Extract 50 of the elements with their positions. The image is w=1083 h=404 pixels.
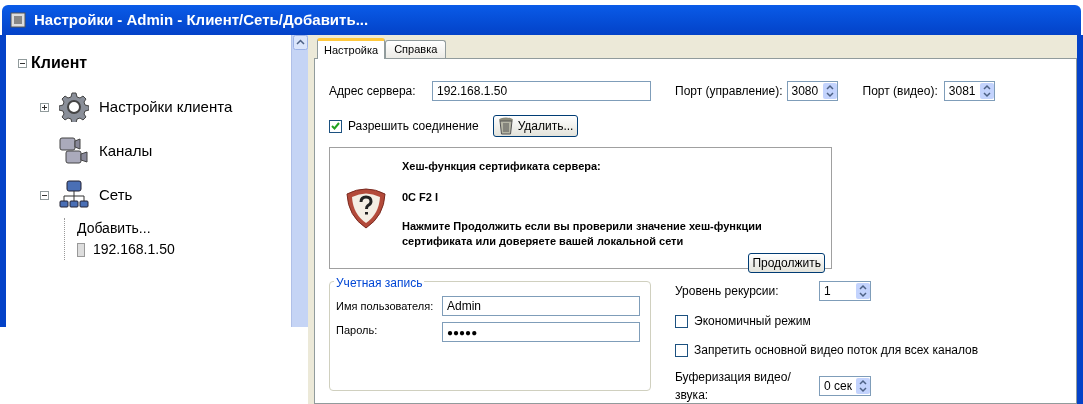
spin-field[interactable]: 1 xyxy=(819,281,871,301)
trash-can-icon xyxy=(497,117,514,135)
certificate-hash: 0C F2 I xyxy=(402,189,440,205)
field-label: Порт (видео): xyxy=(862,83,938,100)
certificate-heading: Хеш-функция сертификата сервера: xyxy=(402,159,602,174)
field-label: Адрес сервера: xyxy=(329,83,417,100)
tree-item[interactable]: Каналы xyxy=(99,139,153,163)
field-label: Уровень рекурсии: xyxy=(675,283,780,300)
tree-item[interactable]: Сеть xyxy=(99,183,133,207)
question-shield-icon xyxy=(344,186,388,230)
tab[interactable]: Справка xyxy=(385,40,447,58)
app-icon xyxy=(10,12,26,28)
expand-icon[interactable] xyxy=(40,102,49,112)
spin-field[interactable]: 3080 xyxy=(786,81,838,101)
server-icon xyxy=(77,242,85,257)
spin-field[interactable]: 0 сек xyxy=(819,376,871,396)
checkbox-label: Разрешить соединение xyxy=(348,118,479,135)
field-label: Пароль: xyxy=(336,323,379,338)
checkbox[interactable] xyxy=(329,119,342,133)
tree-item[interactable]: Клиент xyxy=(31,51,88,75)
tree-item[interactable]: 192.168.1.50 xyxy=(93,239,175,260)
checkbox[interactable] xyxy=(675,343,688,357)
field-label: Имя пользователя: xyxy=(336,298,435,314)
scroll-up-icon[interactable] xyxy=(292,35,308,50)
delete-button[interactable]: Удалить... xyxy=(492,115,579,137)
spin-field[interactable]: 3081 xyxy=(943,81,995,101)
server-address-field[interactable]: 192.168.1.50 xyxy=(432,81,651,101)
continue-button[interactable]: Продолжить xyxy=(748,253,825,273)
spin-arrows-icon[interactable] xyxy=(979,83,994,99)
checkbox-label: Запретить основной видео поток для всех каналов xyxy=(694,342,979,359)
video-cameras-icon xyxy=(59,136,89,166)
field-label: Буферизация видео/звука: xyxy=(675,369,792,403)
tab[interactable]: Настройка xyxy=(317,38,386,59)
window-title: Настройки - Admin - Клиент/Сеть/Добавить... xyxy=(34,9,369,30)
network-icon xyxy=(59,180,89,210)
checkbox-label: Экономичный режим xyxy=(694,313,811,330)
spin-arrows-icon[interactable] xyxy=(856,378,870,394)
gear-icon xyxy=(59,92,89,122)
spin-arrows-icon[interactable] xyxy=(856,283,870,299)
tree-item[interactable]: Настройки клиента xyxy=(99,95,233,119)
field-label: Порт (управление): xyxy=(675,83,783,100)
username-field[interactable]: Admin xyxy=(442,296,640,316)
collapse-icon[interactable] xyxy=(18,58,27,68)
password-field[interactable]: ●●●●● xyxy=(442,322,640,342)
collapse-icon[interactable] xyxy=(40,190,49,200)
tree-item[interactable]: Добавить... xyxy=(77,218,151,239)
certificate-message: Нажмите Продолжить если вы проверили значение хеш-функции сертификата или доверяете вашей локальной сети xyxy=(402,219,763,249)
spin-arrows-icon[interactable] xyxy=(822,83,837,99)
checkbox[interactable] xyxy=(675,314,688,328)
check-mark-icon xyxy=(331,122,340,130)
